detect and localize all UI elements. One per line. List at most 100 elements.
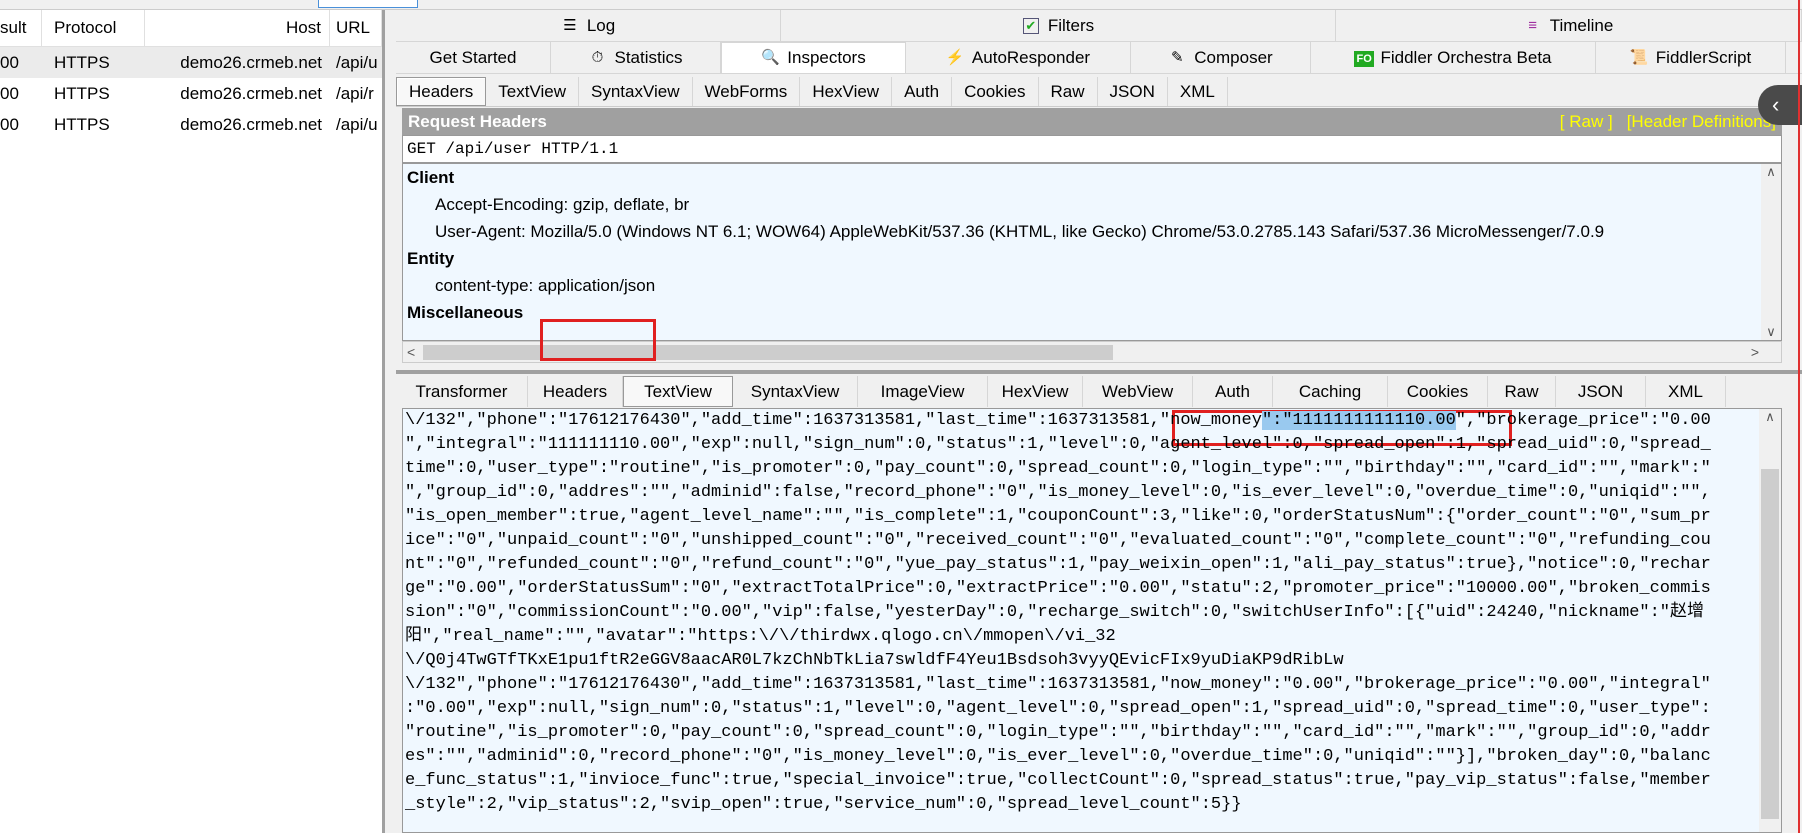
session-url: /api/u: [336, 114, 378, 134]
response-tab-hexview[interactable]: HexView: [988, 376, 1083, 407]
response-tab-xml[interactable]: XML: [1646, 376, 1726, 407]
response-tab-transformer[interactable]: Transformer: [396, 376, 528, 407]
scrollbar-thumb[interactable]: [1761, 469, 1779, 819]
text-line: ","group_id":0,"addres":"","adminid":fal…: [405, 483, 1711, 502]
top-toolbar-strip: [0, 0, 1802, 10]
column-url[interactable]: URL: [330, 10, 382, 46]
session-row[interactable]: 00 HTTPS demo26.crmeb.net/api/r: [0, 78, 382, 109]
text-vertical-scrollbar[interactable]: ∧: [1759, 409, 1781, 832]
tab-fiddler-orchestra-beta[interactable]: FO Fiddler Orchestra Beta: [1311, 42, 1596, 73]
scroll-up-icon[interactable]: ∧: [1761, 164, 1781, 180]
response-tab-raw[interactable]: Raw: [1488, 376, 1556, 407]
header-group-entity[interactable]: Entity: [403, 245, 1781, 272]
request-line: GET /api/user HTTP/1.1: [402, 135, 1782, 163]
tab-log[interactable]: ☰ Log: [396, 10, 781, 41]
text-line: \/132","phone":"17612176430","add_time":…: [403, 409, 1758, 433]
request-tab-json[interactable]: JSON: [1098, 77, 1168, 106]
session-row[interactable]: 00 HTTPS demo26.crmeb.net/api/u: [0, 109, 382, 140]
text-line: "is_open_member":true,"agent_level_name"…: [405, 507, 1711, 526]
response-tab-webview[interactable]: WebView: [1083, 376, 1193, 407]
tab-fiddlerscript[interactable]: 📜 FiddlerScript: [1596, 42, 1786, 73]
session-list-header: sult Protocol Host URL: [0, 10, 382, 47]
text-line: es":"","adminid":0,"record_phone":"0","i…: [405, 747, 1711, 766]
headers-vertical-scrollbar[interactable]: ∧ ∨: [1761, 164, 1781, 340]
tab-label: Timeline: [1549, 15, 1614, 35]
inspector-pane: ☰ Log ✔ Filters ≡ Timeline Get Started ⏱ Statis…: [396, 10, 1802, 833]
header-line[interactable]: User-Agent: Mozilla/5.0 (Windows NT 6.1;…: [403, 218, 1781, 245]
request-tab-textview[interactable]: TextView: [486, 77, 579, 106]
response-tab-auth[interactable]: Auth: [1193, 376, 1273, 407]
request-tab-syntaxview[interactable]: SyntaxView: [579, 77, 693, 106]
tab-inspectors[interactable]: 🔍 Inspectors: [721, 42, 906, 73]
scroll-down-icon[interactable]: ∨: [1761, 324, 1781, 340]
response-tab-cookies[interactable]: Cookies: [1388, 376, 1488, 407]
session-host: demo26.crmeb.net: [180, 83, 322, 103]
tab-filters[interactable]: ✔ Filters: [781, 10, 1336, 41]
request-tab-headers[interactable]: Headers: [396, 77, 487, 106]
tab-timeline[interactable]: ≡ Timeline: [1336, 10, 1802, 41]
request-tab-webforms[interactable]: WebForms: [693, 77, 801, 106]
response-tab-imageview[interactable]: ImageView: [858, 376, 988, 407]
tab-label: Fiddler Orchestra Beta: [1380, 47, 1552, 67]
tab-get-started[interactable]: Get Started: [396, 42, 551, 73]
session-result: 00: [0, 52, 19, 72]
session-url: /api/u: [336, 52, 378, 72]
response-text-view[interactable]: \/132","phone":"17612176430","add_time":…: [402, 408, 1782, 833]
scrollbar-thumb[interactable]: [423, 345, 1113, 360]
tab-statistics[interactable]: ⏱ Statistics: [551, 42, 721, 73]
text-line: "routine","is_promoter":0,"pay_count":0,…: [405, 723, 1711, 742]
header-definitions-link[interactable]: [Header Definitions]: [1627, 112, 1776, 131]
session-host: demo26.crmeb.net: [180, 114, 322, 134]
raw-link[interactable]: [ Raw ]: [1560, 112, 1613, 131]
column-protocol[interactable]: Protocol: [42, 10, 145, 46]
response-tab-textview[interactable]: TextView: [623, 376, 733, 407]
checkbox-icon: ✔: [1022, 17, 1040, 35]
header-line[interactable]: content-type: application/json: [403, 272, 1781, 299]
tab-label: Get Started: [429, 47, 517, 67]
request-tab-hexview[interactable]: HexView: [800, 77, 893, 106]
stopwatch-icon: ⏱: [591, 48, 604, 66]
tab-label: Log: [586, 15, 616, 35]
tab-label: Statistics: [614, 47, 683, 67]
request-tab-raw[interactable]: Raw: [1039, 77, 1098, 106]
request-headers-title: Request Headers: [408, 112, 547, 131]
script-icon: 📜: [1629, 48, 1649, 66]
session-list[interactable]: sult Protocol Host URL 00 HTTPS demo26.crm…: [0, 10, 385, 833]
scroll-left-icon[interactable]: <: [407, 342, 415, 362]
column-result[interactable]: sult: [0, 10, 42, 46]
main-tab-row: Get Started ⏱ Statistics 🔍 Inspectors ⚡ AutoRe…: [396, 42, 1802, 74]
collapse-panel-button[interactable]: ‹: [1758, 85, 1802, 125]
text-line: ","integral":"111111110.00","exp":null,"…: [405, 435, 1711, 454]
response-tab-syntaxview[interactable]: SyntaxView: [733, 376, 858, 407]
request-tab-cookies[interactable]: Cookies: [952, 77, 1039, 106]
timeline-icon: ≡: [1528, 16, 1538, 34]
tab-autoresponder[interactable]: ⚡ AutoResponder: [906, 42, 1131, 73]
header-group-client[interactable]: Client: [403, 164, 1781, 191]
tab-label: Inspectors: [787, 48, 866, 67]
composer-icon: ✎: [1170, 48, 1184, 66]
request-tab-xml[interactable]: XML: [1168, 77, 1228, 106]
response-tab-json[interactable]: JSON: [1556, 376, 1646, 407]
text-line: time":0,"user_type":"routine","is_promot…: [405, 459, 1711, 478]
tab-composer[interactable]: ✎ Composer: [1131, 42, 1311, 73]
session-result: 00: [0, 114, 19, 134]
text-line: e_func_status":1,"invioce_func":true,"sp…: [405, 771, 1711, 790]
text-line: nt":"0","refunded_count":"0","refund_cou…: [405, 555, 1711, 574]
response-tab-caching[interactable]: Caching: [1273, 376, 1388, 407]
text-line: \/Q0j4TwGTfTKxE1pu1ftR2eGGV8aacAR0L7kzCh…: [405, 651, 1344, 670]
log-icon: ☰: [563, 16, 577, 34]
top-tab-row: ☰ Log ✔ Filters ≡ Timeline: [396, 10, 1802, 42]
session-result: 00: [0, 83, 19, 103]
column-host[interactable]: Host: [145, 10, 330, 46]
header-line[interactable]: Accept-Encoding: gzip, deflate, br: [403, 191, 1781, 218]
text-segment: ","brokerage_price":"0.00: [1455, 411, 1711, 430]
response-tab-headers[interactable]: Headers: [528, 376, 623, 407]
scroll-right-icon[interactable]: >: [1751, 342, 1759, 362]
session-url: /api/r: [336, 83, 374, 103]
session-row[interactable]: 00 HTTPS demo26.crmeb.net/api/u: [0, 47, 382, 78]
scroll-up-icon[interactable]: ∧: [1759, 409, 1781, 425]
pane-splitter[interactable]: [396, 370, 1802, 374]
session-host: demo26.crmeb.net: [180, 52, 322, 72]
request-tab-auth[interactable]: Auth: [892, 77, 953, 106]
toolbar-selected-field[interactable]: [318, 0, 418, 8]
